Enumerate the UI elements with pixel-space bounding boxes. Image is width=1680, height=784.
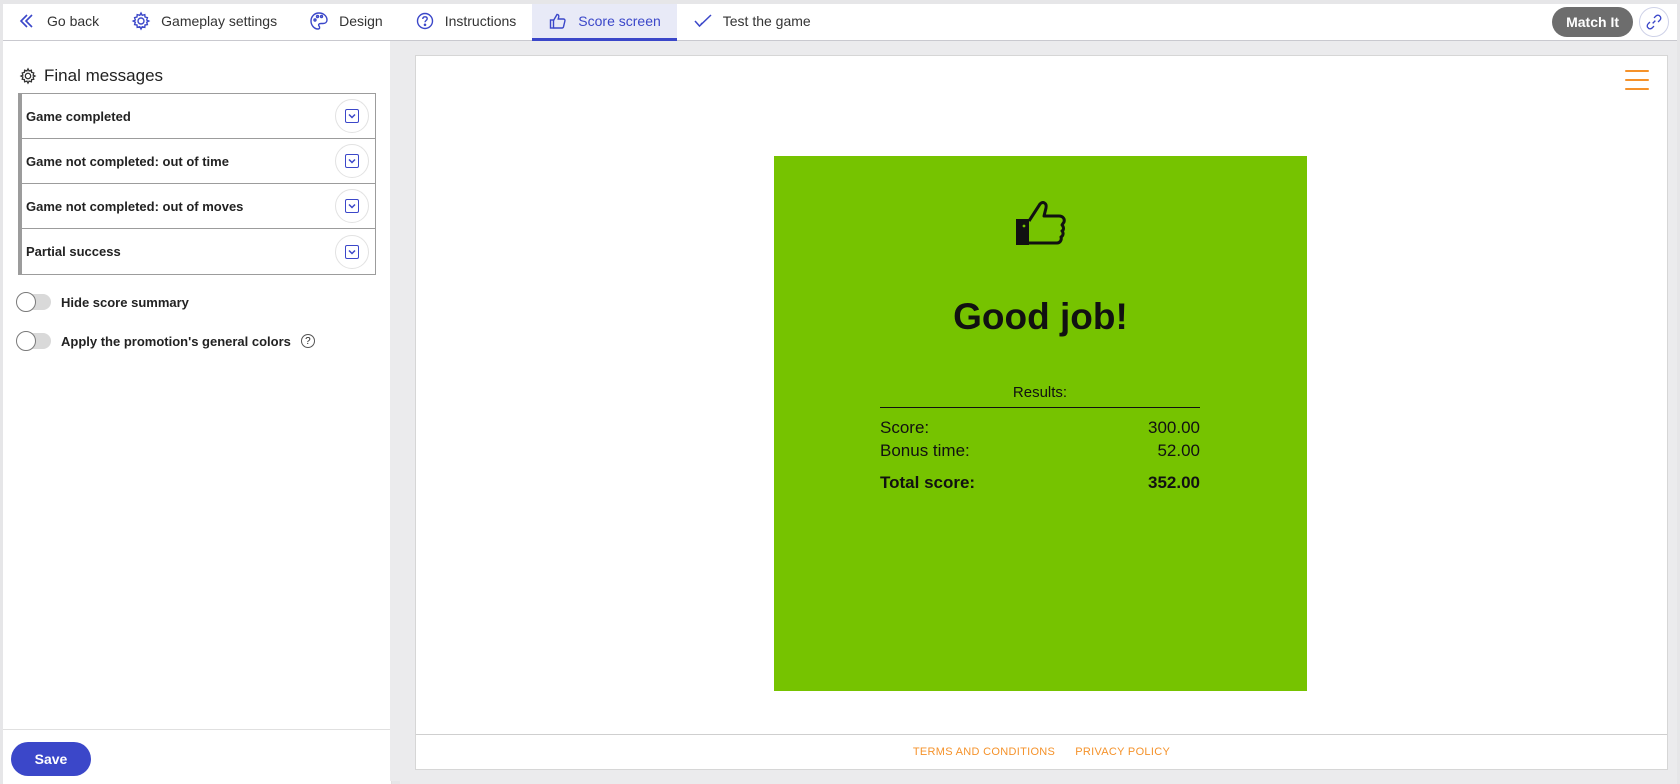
- tab-instructions[interactable]: Instructions: [399, 4, 533, 41]
- top-navigation: Go back Gameplay settings Design Instruc…: [3, 3, 1677, 41]
- tab-label: Test the game: [722, 12, 811, 29]
- privacy-link[interactable]: PRIVACY POLICY: [1075, 746, 1170, 758]
- hamburger-menu-icon[interactable]: [1625, 70, 1649, 97]
- message-item-out-of-moves[interactable]: Game not completed: out of moves: [19, 184, 375, 229]
- bonus-time-value: 52.00: [1157, 441, 1200, 460]
- chevron-down-icon: [348, 249, 356, 255]
- go-back-button[interactable]: Go back: [3, 4, 115, 41]
- link-icon: [1646, 14, 1662, 30]
- gear-icon: [19, 67, 37, 85]
- expand-button[interactable]: [335, 99, 369, 133]
- score-row: Score: 300.00: [880, 418, 1200, 438]
- total-score-row: Total score: 352.00: [880, 473, 1200, 493]
- expand-button[interactable]: [335, 189, 369, 223]
- help-icon[interactable]: ?: [300, 334, 315, 348]
- tab-test-the-game[interactable]: Test the game: [677, 4, 827, 41]
- settings-sidebar: Final messages Game completed Game not c…: [3, 41, 392, 784]
- apply-general-colors-toggle[interactable]: [16, 331, 51, 351]
- tab-design[interactable]: Design: [293, 4, 399, 41]
- go-back-label: Go back: [47, 12, 100, 29]
- terms-link[interactable]: TERMS AND CONDITIONS: [913, 746, 1055, 758]
- topbar-actions: Match It: [1552, 7, 1677, 37]
- results-divider: [880, 407, 1200, 408]
- chevron-down-icon: [348, 113, 356, 119]
- tab-label: Score screen: [578, 12, 661, 29]
- final-messages-header: Final messages: [19, 66, 163, 86]
- double-chevron-left-icon: [19, 13, 33, 28]
- palette-icon: [310, 11, 328, 30]
- message-label: Game completed: [26, 108, 131, 124]
- message-label: Game not completed: out of time: [26, 153, 229, 169]
- score-label: Score:: [880, 418, 930, 437]
- toggle-label: Apply the promotion's general colors: [61, 333, 291, 349]
- result-headline: Good job!: [953, 296, 1128, 337]
- question-icon: [416, 12, 433, 29]
- tab-label: Gameplay settings: [161, 12, 278, 29]
- hide-score-summary-row: Hide score summary: [16, 292, 189, 312]
- message-item-partial-success[interactable]: Partial success: [19, 229, 375, 274]
- thumbs-up-icon: [550, 13, 566, 29]
- message-label: Game not completed: out of moves: [26, 198, 244, 214]
- score-screen-preview: Good job! Results: Score: 300.00 Bonus t…: [415, 55, 1668, 770]
- bonus-time-label: Bonus time:: [880, 441, 970, 460]
- check-icon: [694, 13, 712, 27]
- result-card: Good job! Results: Score: 300.00 Bonus t…: [774, 156, 1307, 691]
- message-label: Partial success: [26, 244, 121, 259]
- message-item-out-of-time[interactable]: Game not completed: out of time: [19, 139, 375, 184]
- toggle-label: Hide score summary: [61, 294, 189, 310]
- expand-button[interactable]: [335, 234, 369, 269]
- expand-button[interactable]: [335, 144, 369, 178]
- total-score-label: Total score:: [880, 473, 976, 492]
- bonus-time-row: Bonus time: 52.00: [880, 441, 1200, 461]
- panel-divider: [390, 41, 400, 781]
- footer-links: TERMS AND CONDITIONS PRIVACY POLICY: [416, 746, 1667, 758]
- game-name-badge[interactable]: Match It: [1552, 7, 1633, 37]
- message-item-game-completed[interactable]: Game completed: [19, 94, 375, 139]
- chevron-down-icon: [348, 158, 356, 164]
- results-label: Results:: [1012, 384, 1068, 401]
- preview-footer-divider: [416, 734, 1667, 735]
- final-messages-accordion: Game completed Game not completed: out o…: [18, 93, 376, 275]
- tab-label: Design: [339, 12, 383, 29]
- sidebar-footer-divider: [3, 729, 392, 730]
- save-button[interactable]: Save: [11, 742, 91, 776]
- chevron-down-icon: [348, 203, 356, 209]
- tab-gameplay-settings[interactable]: Gameplay settings: [115, 4, 293, 41]
- total-score-value: 352.00: [1148, 473, 1200, 492]
- copy-link-button[interactable]: [1639, 7, 1669, 37]
- final-messages-title: Final messages: [44, 66, 164, 85]
- gear-icon: [131, 10, 151, 31]
- hide-score-summary-toggle[interactable]: [16, 292, 51, 312]
- tab-score-screen[interactable]: Score screen: [532, 3, 677, 41]
- score-value: 300.00: [1148, 418, 1200, 437]
- apply-general-colors-row: Apply the promotion's general colors ?: [16, 331, 315, 351]
- tab-label: Instructions: [444, 12, 517, 29]
- thumbs-up-icon: [1016, 201, 1066, 245]
